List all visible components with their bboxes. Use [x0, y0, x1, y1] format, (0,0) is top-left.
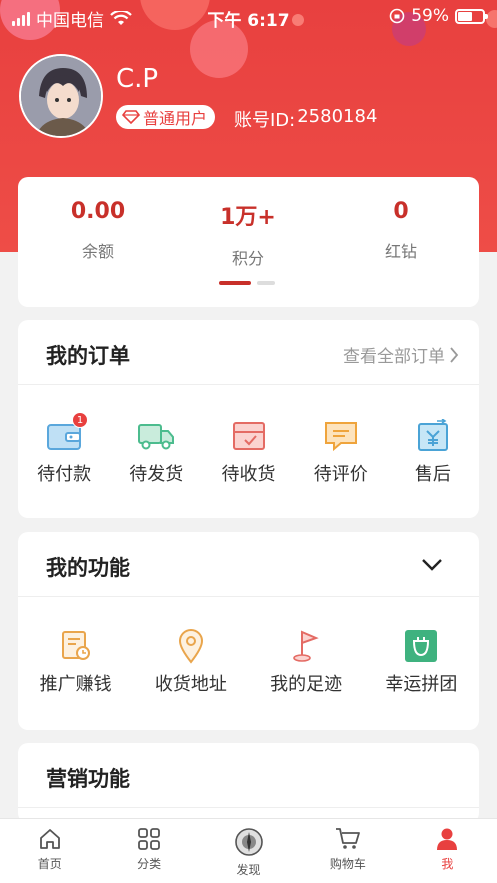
stat-value: 0 [393, 199, 409, 224]
tab-category[interactable]: 分类 [99, 819, 198, 883]
tab-label: 我 [441, 857, 454, 871]
truck-icon [138, 424, 175, 450]
cart-icon [335, 828, 360, 849]
package-icon [232, 422, 265, 450]
function-label: 推广赚钱 [39, 674, 112, 695]
order-status-label: 售后 [414, 464, 451, 485]
tab-discover[interactable]: 发现 [199, 819, 298, 883]
orientation-lock-icon [389, 8, 405, 24]
order-pending-review[interactable]: 待评价 [295, 418, 387, 486]
username: C.P [116, 64, 159, 94]
order-pending-payment[interactable]: 1 待付款 [18, 412, 110, 486]
order-pending-receipt[interactable]: 待收货 [202, 418, 294, 486]
marketing-card: 营销功能 [18, 743, 479, 823]
stats-card: 0.00 余额 1万+ 积分 0 红钻 [18, 177, 479, 307]
user-icon [437, 828, 458, 850]
stat-label: 余额 [81, 242, 114, 261]
location-icon [178, 629, 203, 664]
status-bar: 中国电信 下午 6:17 59% [0, 0, 497, 34]
flag-icon [293, 630, 319, 662]
tab-label: 首页 [37, 857, 62, 871]
function-label: 收货地址 [154, 674, 227, 695]
notification-badge: 1 [72, 412, 89, 428]
function-lucky-group[interactable]: 幸运拼团 [364, 628, 479, 696]
stat-label: 红钻 [384, 242, 417, 261]
comment-icon [324, 422, 357, 452]
function-address[interactable]: 收货地址 [133, 628, 248, 696]
orders-title: 我的订单 [46, 344, 130, 368]
chevron-down-icon[interactable] [421, 558, 443, 572]
battery-level [458, 11, 472, 21]
battery-percent: 59% [411, 6, 449, 26]
order-status-label: 待付款 [37, 464, 92, 485]
account-id-value: 2580184 [297, 106, 378, 127]
avatar-image [21, 56, 101, 136]
tab-home[interactable]: 首页 [0, 819, 99, 883]
bottom-tab-bar: 首页 分类 发现 购物车 我 [0, 818, 497, 883]
order-status-label: 待评价 [313, 464, 368, 485]
diamond-icon [122, 110, 140, 124]
divider [18, 384, 479, 385]
avatar[interactable] [19, 54, 103, 138]
stat-red-diamond[interactable]: 0 红钻 [326, 199, 476, 262]
account-id-label: 账号ID: [234, 110, 296, 131]
divider [18, 596, 479, 597]
stat-points[interactable]: 1万+ 积分 [173, 199, 323, 269]
function-label: 幸运拼团 [385, 674, 458, 695]
tab-me[interactable]: 我 [398, 819, 497, 883]
view-all-orders-link[interactable]: 查看全部订单 [343, 342, 459, 367]
category-icon [138, 828, 161, 850]
orders-card: 我的订单 查看全部订单 1 待付款 待发货 待收货 待评价 售后 [18, 320, 479, 518]
order-status-label: 待收货 [221, 464, 276, 485]
function-label: 我的足迹 [270, 674, 343, 695]
divider [18, 807, 479, 808]
functions-card: 我的功能 推广赚钱 收货地址 我的足迹 幸运拼团 [18, 532, 479, 730]
order-status-label: 待发货 [129, 464, 184, 485]
account-id: 账号ID: 2580184 [234, 106, 377, 132]
user-level-badge: 普通用户 [116, 105, 216, 129]
home-icon [39, 829, 60, 849]
page-indicator [219, 281, 275, 285]
discover-icon [234, 828, 263, 856]
chevron-right-icon [450, 346, 459, 363]
page-dot [257, 281, 275, 285]
battery-icon [455, 8, 488, 24]
user-level-label: 普通用户 [143, 109, 208, 128]
tab-label: 购物车 [329, 857, 366, 871]
stat-label: 积分 [231, 249, 264, 268]
order-after-sales[interactable]: 售后 [387, 418, 479, 486]
refund-icon [417, 419, 448, 451]
stat-value: 1万+ [220, 205, 276, 230]
page-dot-active [219, 281, 251, 285]
lucky-group-icon [405, 630, 438, 662]
stat-value: 0.00 [70, 199, 126, 224]
functions-title: 我的功能 [46, 556, 130, 580]
promote-icon [61, 631, 90, 660]
view-all-orders-label: 查看全部订单 [343, 347, 445, 367]
tab-cart[interactable]: 购物车 [298, 819, 397, 883]
order-pending-shipment[interactable]: 待发货 [110, 418, 202, 486]
stat-balance[interactable]: 0.00 余额 [23, 199, 173, 262]
marketing-title: 营销功能 [46, 767, 130, 791]
function-footprint[interactable]: 我的足迹 [249, 628, 364, 696]
function-promote[interactable]: 推广赚钱 [18, 628, 133, 696]
tab-label: 分类 [137, 857, 162, 871]
tab-label: 发现 [236, 863, 261, 877]
